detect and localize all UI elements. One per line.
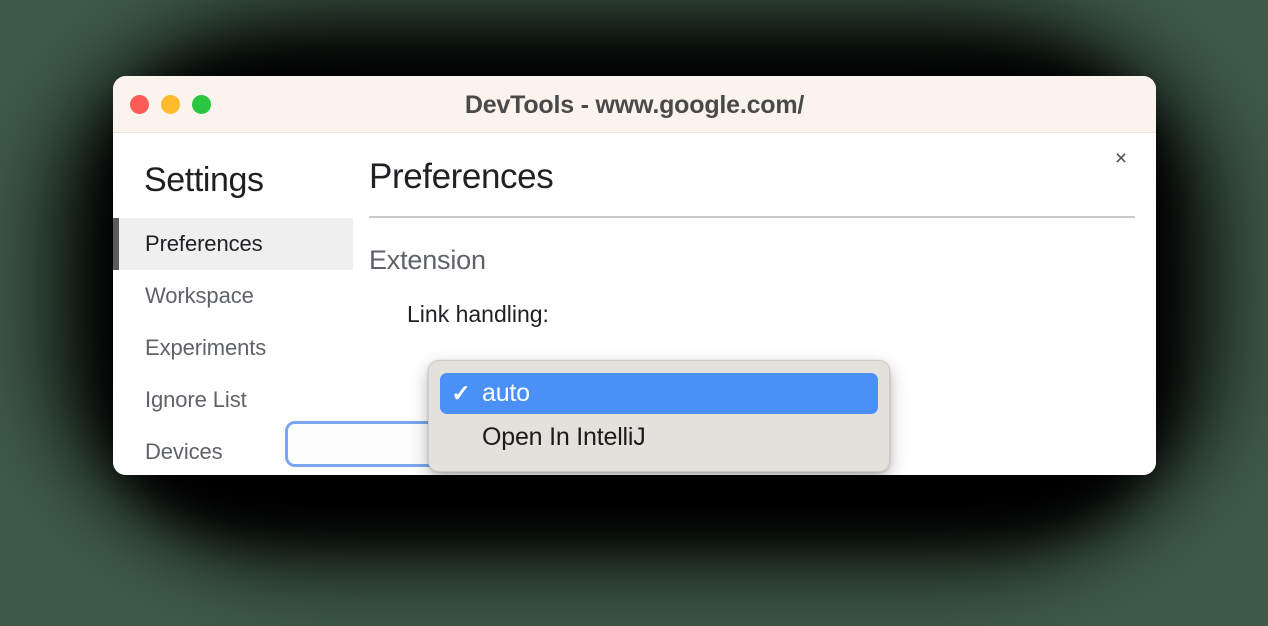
page-title: Preferences — [369, 157, 554, 196]
section-title-extension: Extension — [369, 245, 486, 275]
link-handling-dropdown-menu: ✓ auto Open In IntelliJ — [428, 360, 890, 472]
sidebar-title: Settings — [144, 161, 264, 199]
window-titlebar: DevTools - www.google.com/ — [113, 76, 1156, 133]
dropdown-option-open-in-intellij[interactable]: Open In IntelliJ — [440, 417, 878, 458]
dropdown-option-label: auto — [482, 379, 530, 407]
window-title: DevTools - www.google.com/ — [464, 91, 805, 119]
sidebar-item-ignore-list[interactable]: Ignore List — [113, 374, 353, 426]
sidebar-item-experiments[interactable]: Experiments — [113, 322, 353, 374]
sidebar-item-label: Ignore List — [145, 387, 247, 412]
screen-canvas: DevTools - www.google.com/ × Settings Pr… — [0, 0, 1268, 626]
sidebar-item-label: Workspace — [145, 283, 254, 308]
sidebar-item-label: Experiments — [145, 335, 267, 360]
dropdown-option-label: Open In IntelliJ — [482, 423, 646, 451]
sidebar-item-label: Devices — [145, 439, 223, 464]
sidebar-item-label: Preferences — [145, 231, 263, 256]
settings-main-panel: Preferences Extension Link handling: — [369, 133, 1136, 328]
checkmark-icon: ✓ — [451, 380, 471, 406]
sidebar-item-preferences[interactable]: Preferences — [113, 218, 353, 270]
dropdown-option-auto[interactable]: ✓ auto — [440, 373, 878, 414]
title-divider — [369, 216, 1135, 218]
sidebar-item-workspace[interactable]: Workspace — [113, 270, 353, 322]
link-handling-label: Link handling: — [407, 301, 549, 327]
